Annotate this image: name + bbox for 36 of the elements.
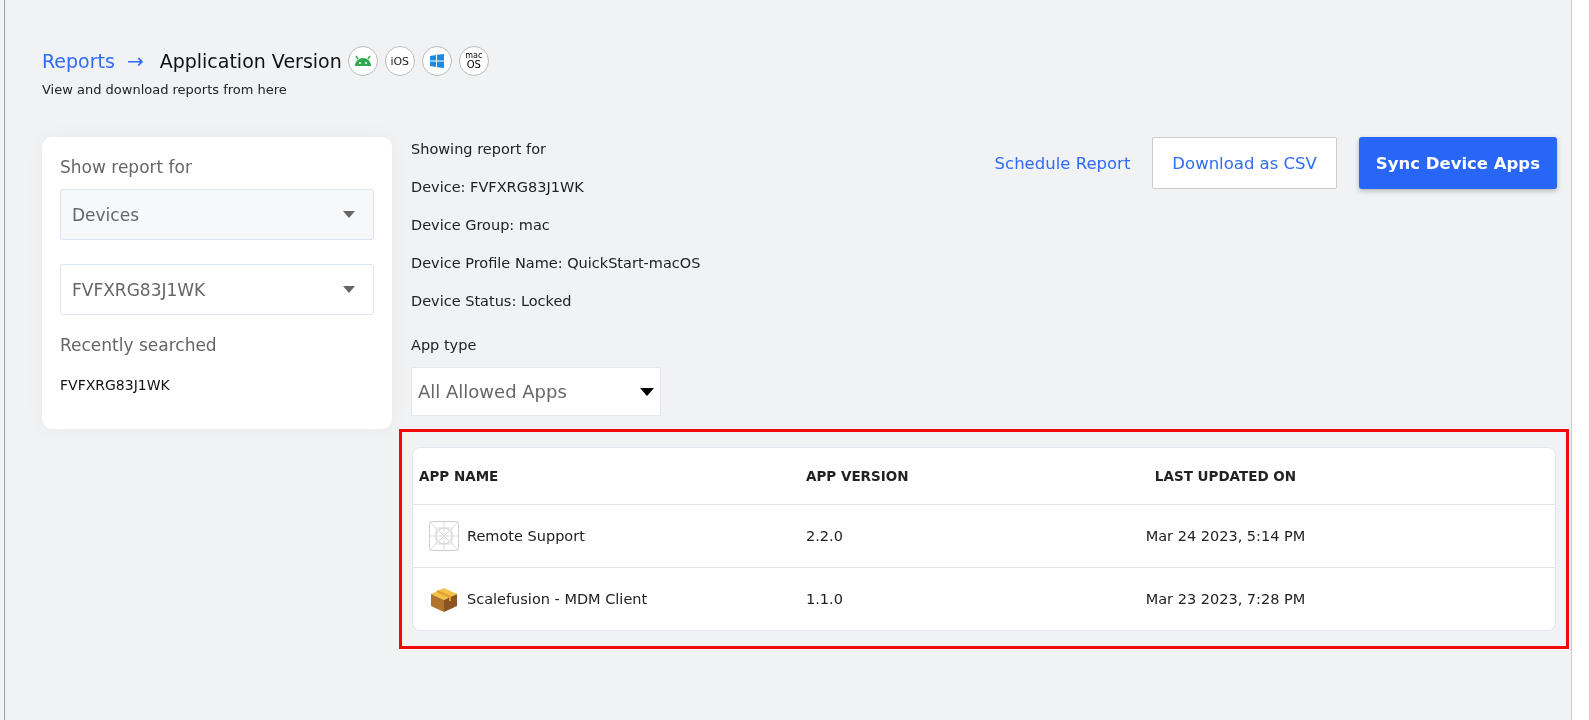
report-heading: Showing report for <box>411 141 547 159</box>
caret-icon <box>343 286 355 293</box>
platform-badge: mac OS <box>458 46 489 76</box>
report-type-select[interactable]: Devices <box>60 189 374 240</box>
app-placeholder-icon <box>429 521 459 551</box>
device-select[interactable]: FVFXRG83J1WK <box>60 264 374 315</box>
app-version: 2.2.0 <box>806 528 844 544</box>
breadcrumb-link[interactable]: Reports <box>42 50 115 72</box>
column-header: APP VERSION <box>806 468 910 484</box>
platform-badge: iOS <box>384 46 415 76</box>
breadcrumb-separator: → <box>126 49 144 73</box>
page-subtitle: View and download reports from here <box>42 82 288 97</box>
recent-search-item[interactable]: FVFXRG83J1WK <box>60 377 374 393</box>
page-title: Application Version <box>159 50 342 72</box>
column-header: APP NAME <box>418 468 500 484</box>
column-header: LAST UPDATED ON <box>1153 468 1298 484</box>
device-detail: Device: FVFXRG83J1WK <box>411 179 585 197</box>
device-detail: Device Status: Locked <box>411 293 573 311</box>
android-icon <box>347 46 378 76</box>
caret-icon <box>640 387 654 396</box>
windows-icon <box>421 46 452 76</box>
app-version: 1.1.0 <box>806 591 844 607</box>
app-name: Scalefusion - MDM Client <box>467 591 648 607</box>
app-name: Remote Support <box>467 528 585 544</box>
last-updated: Mar 23 2023, 7:28 PM <box>1144 591 1307 607</box>
app-type-select[interactable]: All Allowed Apps <box>411 367 661 416</box>
device-detail: Device Profile Name: QuickStart-macOS <box>411 255 701 273</box>
recent-title: Recently searched <box>60 335 218 355</box>
filter-title: Show report for <box>60 157 193 177</box>
app-type-label: App type <box>411 337 478 355</box>
last-updated: Mar 24 2023, 5:14 PM <box>1144 528 1307 544</box>
caret-icon <box>343 211 355 218</box>
sync-button[interactable]: Sync Device Apps <box>1358 137 1557 189</box>
schedule-link[interactable]: Schedule Report <box>994 153 1131 173</box>
download-button[interactable]: Download as CSV <box>1152 137 1337 189</box>
device-detail: Device Group: mac <box>411 217 551 235</box>
